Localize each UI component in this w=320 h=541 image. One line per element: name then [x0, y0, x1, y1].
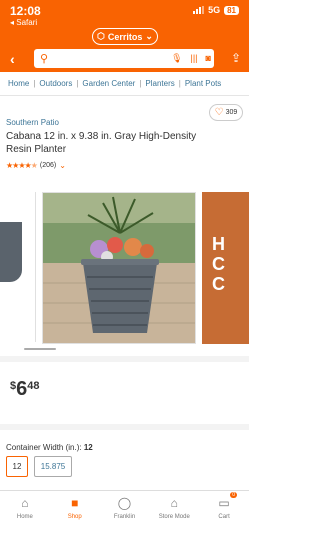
signal-icon: [193, 6, 205, 14]
network-label: 5G: [208, 5, 221, 15]
app-header: 12:08 ◂ Safari 5G 81 ⬡ Cerritos ⌄ ‹ ⚲ 🎙︎…: [0, 0, 249, 72]
breadcrumb-separator: |: [33, 79, 36, 88]
tab-home[interactable]: ⌂ Home: [0, 491, 50, 541]
breadcrumb-separator: |: [178, 79, 181, 88]
battery-icon: 81: [224, 5, 239, 15]
bottom-tab-bar: ⌂ Home ■ Shop ◯ Franklin ⌂ Store Mode ▭ 0…: [0, 490, 249, 541]
breadcrumb-planters[interactable]: Planters: [145, 79, 174, 88]
favorite-count: 309: [225, 109, 238, 116]
next-image[interactable]: HCC: [202, 192, 249, 344]
store-label: Cerritos: [107, 31, 143, 42]
back-to-safari-link[interactable]: ◂ Safari: [10, 18, 37, 27]
option-width-12[interactable]: 12: [6, 456, 28, 477]
option-label: Container Width (in.): 12: [6, 443, 93, 452]
tab-label: Franklin: [113, 514, 136, 520]
tab-label: Store Mode: [158, 514, 190, 520]
breadcrumb-home[interactable]: Home: [8, 79, 29, 88]
tab-label: Shop: [67, 514, 82, 520]
search-input[interactable]: [54, 53, 172, 64]
search-bar[interactable]: ⚲ 🎙︎ ||| ◙: [34, 49, 214, 68]
product-title: Cabana 12 in. x 9.38 in. Gray High-Densi…: [6, 131, 197, 155]
breadcrumb-separator: |: [76, 79, 79, 88]
chevron-down-icon: ⌄: [59, 161, 66, 170]
user-icon: ◯: [117, 496, 132, 510]
price-dollars: 6: [16, 378, 28, 400]
favorite-button[interactable]: ♡ 309: [209, 104, 243, 121]
breadcrumb-separator: |: [139, 79, 142, 88]
price: $ 6 48: [10, 378, 40, 400]
previous-image[interactable]: [0, 192, 36, 342]
breadcrumb-garden-center[interactable]: Garden Center: [82, 79, 135, 88]
store-icon: ⬡: [97, 31, 105, 41]
barcode-icon[interactable]: |||: [191, 53, 198, 64]
cart-icon: ▭ 0: [218, 492, 238, 510]
planter-photo: [43, 193, 195, 343]
option-width-15-875[interactable]: 15.875: [34, 456, 72, 477]
section-divider: [0, 356, 249, 362]
share-icon[interactable]: ⇪: [231, 51, 241, 65]
section-divider: [0, 424, 249, 430]
image-carousel[interactable]: HCC: [0, 182, 249, 352]
rating-count: (206): [39, 162, 57, 169]
home-icon: ⌂: [21, 496, 29, 510]
promo-text-fragment: HCC: [212, 234, 225, 294]
shop-icon: ■: [71, 496, 79, 510]
rating-summary[interactable]: ★★★★★ (206) ⌄: [6, 161, 66, 170]
planter-image-fragment: [0, 222, 22, 282]
tab-label: Cart: [218, 514, 230, 520]
product-image[interactable]: [42, 192, 196, 344]
store-icon: ⌂: [170, 496, 178, 510]
status-indicators: 5G 81: [193, 5, 239, 15]
search-icon: ⚲: [40, 53, 49, 65]
tab-shop[interactable]: ■ Shop: [50, 491, 100, 541]
camera-icon[interactable]: ◙: [206, 53, 211, 64]
star-rating-icon: ★★★★★: [6, 161, 38, 170]
tab-cart[interactable]: ▭ 0 Cart: [199, 491, 249, 541]
cart-badge: 0: [230, 492, 238, 498]
tab-store-mode[interactable]: ⌂ Store Mode: [149, 491, 199, 541]
back-arrow-icon[interactable]: ‹: [10, 51, 15, 67]
chevron-down-icon: ⌄: [145, 31, 153, 41]
breadcrumb-plant-pots[interactable]: Plant Pots: [185, 79, 221, 88]
status-time: 12:08: [10, 4, 41, 18]
option-label-text: Container Width (in.):: [6, 443, 82, 452]
tab-franklin[interactable]: ◯ Franklin: [100, 491, 150, 541]
microphone-icon[interactable]: 🎙︎: [171, 53, 182, 64]
store-selector[interactable]: ⬡ Cerritos ⌄: [92, 28, 158, 45]
breadcrumb-outdoors[interactable]: Outdoors: [39, 79, 72, 88]
breadcrumb: Home | Outdoors | Garden Center | Plante…: [0, 72, 249, 96]
heart-icon: ♡: [214, 107, 224, 118]
option-selected-value: 12: [83, 443, 93, 452]
brand-link[interactable]: Southern Patio: [6, 118, 59, 127]
carousel-indicator: [24, 348, 56, 350]
tab-label: Home: [16, 514, 33, 520]
price-cents: 48: [27, 380, 40, 392]
